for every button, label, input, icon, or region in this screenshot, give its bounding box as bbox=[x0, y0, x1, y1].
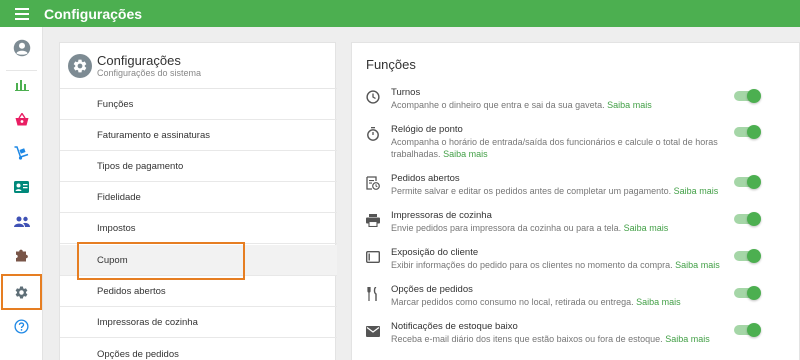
settings-item-tipos-pagamento[interactable]: Tipos de pagamento bbox=[60, 151, 337, 182]
feature-toggle[interactable] bbox=[732, 125, 761, 139]
settings-item-impostos[interactable]: Impostos bbox=[60, 213, 337, 244]
rail-reports[interactable] bbox=[0, 67, 43, 103]
feature-toggle[interactable] bbox=[732, 212, 761, 226]
settings-item-pedidos-abertos[interactable]: Pedidos abertos bbox=[60, 276, 337, 307]
feature-toggle[interactable] bbox=[732, 249, 761, 263]
contact-card-icon bbox=[14, 181, 29, 193]
learn-more-link[interactable]: Saiba mais bbox=[636, 297, 681, 307]
feature-title: Pedidos abertos bbox=[391, 173, 460, 184]
bar-chart-icon bbox=[14, 80, 29, 91]
rail-integrations[interactable] bbox=[0, 237, 43, 273]
feature-toggle[interactable] bbox=[732, 323, 761, 337]
gear-icon bbox=[73, 59, 87, 73]
rail-inventory[interactable] bbox=[0, 135, 43, 171]
feature-title: Exposição do cliente bbox=[391, 247, 479, 258]
top-app-bar: Configurações bbox=[0, 0, 800, 27]
settings-item-cupom[interactable]: Cupom bbox=[60, 245, 337, 276]
gear-icon bbox=[15, 285, 28, 298]
feature-toggle[interactable] bbox=[732, 89, 761, 103]
open-orders-icon bbox=[366, 176, 380, 190]
feature-title: Impressoras de cozinha bbox=[391, 210, 492, 221]
learn-more-link[interactable]: Saiba mais bbox=[674, 186, 719, 196]
feature-title: Turnos bbox=[391, 87, 421, 98]
feature-toggle[interactable] bbox=[732, 175, 761, 189]
settings-item-faturamento[interactable]: Faturamento e assinaturas bbox=[60, 120, 337, 151]
puzzle-icon bbox=[15, 249, 28, 262]
stopwatch-icon bbox=[367, 127, 379, 141]
learn-more-link[interactable]: Saiba mais bbox=[624, 223, 669, 233]
feature-description: Exibir informações do pedido para os cli… bbox=[391, 260, 720, 270]
cutlery-icon bbox=[367, 287, 377, 301]
feature-description: Envie pedidos para impressora da cozinha… bbox=[391, 223, 669, 233]
customer-display-icon bbox=[366, 251, 380, 263]
feature-description: Acompanhe o dinheiro que entra e sai da … bbox=[391, 100, 652, 110]
rail-customers[interactable] bbox=[0, 169, 43, 205]
menu-button[interactable] bbox=[0, 0, 43, 27]
dolly-icon bbox=[14, 146, 29, 160]
people-icon bbox=[13, 216, 30, 227]
page-title: Configurações bbox=[44, 5, 143, 22]
feature-title: Opções de pedidos bbox=[391, 284, 473, 295]
navigation-rail bbox=[0, 27, 43, 360]
shopping-basket-icon bbox=[15, 112, 28, 125]
settings-header: Configurações Configurações do sistema bbox=[60, 43, 337, 89]
learn-more-link[interactable]: Saiba mais bbox=[675, 260, 720, 270]
settings-panel: Configurações Configurações do sistema F… bbox=[59, 42, 337, 360]
features-panel: Funções Turnos Acompanhe o dinheiro que … bbox=[351, 42, 800, 360]
feature-description: Receba e-mail diário dos itens que estão… bbox=[391, 334, 710, 344]
learn-more-link[interactable]: Saiba mais bbox=[665, 334, 710, 344]
feature-description: Marcar pedidos como consumo no local, re… bbox=[391, 297, 681, 307]
settings-item-opcoes-pedidos[interactable]: Opções de pedidos bbox=[60, 339, 337, 360]
feature-title: Notificações de estoque baixo bbox=[391, 321, 518, 332]
clock-icon bbox=[366, 90, 380, 104]
rail-sales[interactable] bbox=[0, 101, 43, 137]
rail-account[interactable] bbox=[0, 30, 43, 66]
learn-more-link[interactable]: Saiba mais bbox=[443, 149, 488, 159]
feature-description: Acompanha o horário de entrada/saída dos… bbox=[391, 137, 718, 159]
settings-item-funcoes[interactable]: Funções bbox=[60, 89, 337, 120]
settings-item-fidelidade[interactable]: Fidelidade bbox=[60, 182, 337, 213]
settings-item-impressoras[interactable]: Impressoras de cozinha bbox=[60, 307, 337, 338]
feature-toggle[interactable] bbox=[732, 286, 761, 300]
hamburger-icon bbox=[14, 7, 29, 20]
settings-title: Configurações bbox=[97, 53, 181, 68]
feature-description: Permite salvar e editar os pedidos antes… bbox=[391, 186, 719, 196]
rail-employees[interactable] bbox=[0, 203, 43, 239]
settings-header-icon bbox=[68, 54, 92, 78]
features-title: Funções bbox=[366, 57, 416, 72]
rail-settings[interactable] bbox=[1, 274, 42, 310]
learn-more-link[interactable]: Saiba mais bbox=[607, 100, 652, 110]
settings-subtitle: Configurações do sistema bbox=[97, 68, 202, 78]
rail-help[interactable] bbox=[0, 308, 43, 344]
mail-icon bbox=[366, 325, 380, 337]
account-icon bbox=[13, 39, 30, 57]
feature-title: Relógio de ponto bbox=[391, 124, 463, 135]
printer-icon bbox=[366, 213, 380, 227]
help-icon bbox=[14, 318, 29, 334]
